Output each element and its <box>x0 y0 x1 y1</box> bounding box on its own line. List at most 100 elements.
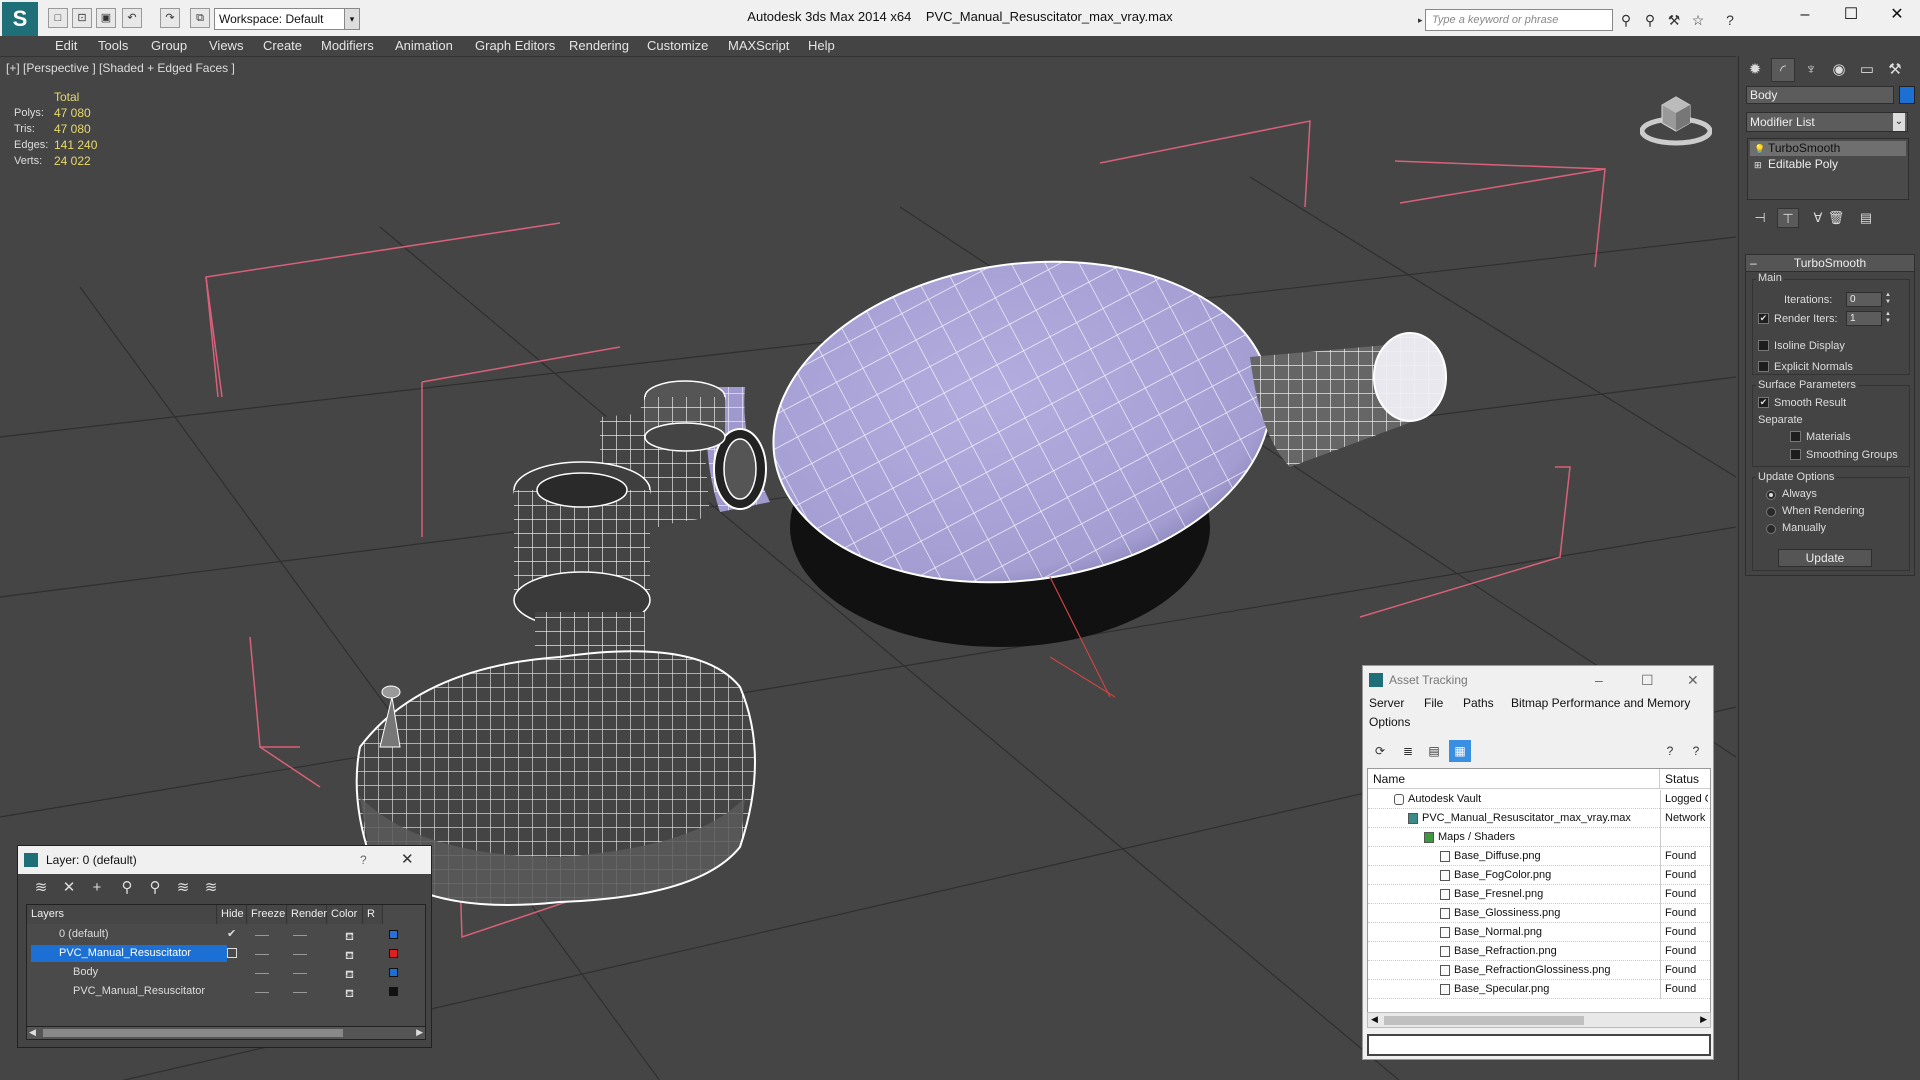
column-header[interactable]: Render <box>287 905 327 924</box>
asset-row[interactable]: Base_Diffuse.png Found <box>1368 847 1710 866</box>
maximize-button[interactable]: ☐ <box>1641 666 1654 694</box>
render-iters-spinner[interactable]: 1 <box>1846 311 1882 326</box>
always-radio[interactable] <box>1766 490 1776 500</box>
update-button[interactable]: Update <box>1778 549 1872 567</box>
object-color-swatch[interactable] <box>1899 86 1915 104</box>
utilities-tab-icon[interactable]: ⚒ <box>1883 58 1907 82</box>
asset-row[interactable]: Base_RefractionGlossiness.png Found <box>1368 961 1710 980</box>
current-layer-check-icon[interactable]: ✔ <box>227 925 236 944</box>
dialog-title-bar[interactable]: Asset Tracking – ☐ ✕ <box>1363 666 1713 694</box>
rollout-header[interactable]: – TurboSmooth <box>1746 255 1914 272</box>
freeze-toggle[interactable] <box>293 992 307 993</box>
horizontal-scrollbar[interactable]: ◀ ▶ <box>26 1026 426 1040</box>
context-help-icon[interactable]: ? <box>1685 740 1707 762</box>
menu-edit[interactable]: Edit <box>55 38 77 53</box>
menu-group[interactable]: Group <box>151 38 187 53</box>
menu-help[interactable]: Help <box>808 38 835 53</box>
minimize-button[interactable]: – <box>1782 0 1828 32</box>
asset-row[interactable]: Base_Normal.png Found <box>1368 923 1710 942</box>
asset-row[interactable]: PVC_Manual_Resuscitator_max_vray.max Netw… <box>1368 809 1710 828</box>
smoothing-groups-checkbox[interactable] <box>1790 449 1801 460</box>
iterations-spinner[interactable]: 0 <box>1846 292 1882 307</box>
column-header[interactable]: Layers <box>27 905 217 924</box>
asset-row[interactable]: Base_Fresnel.png Found <box>1368 885 1710 904</box>
spinner-arrows-icon[interactable]: ▲ ▼ <box>1884 292 1892 307</box>
scroll-right-icon[interactable]: ▶ <box>1700 1014 1707 1025</box>
asset-row[interactable]: Autodesk Vault Logged O <box>1368 790 1710 809</box>
table-view-icon[interactable]: ▦ <box>1449 740 1471 762</box>
horizontal-scrollbar[interactable]: ◀ ▶ <box>1367 1012 1711 1028</box>
materials-checkbox[interactable] <box>1790 431 1801 442</box>
stack-item-turbosmooth[interactable]: 💡 TurboSmooth <box>1750 141 1906 156</box>
scroll-thumb[interactable] <box>43 1029 343 1037</box>
asset-row[interactable]: Base_FogColor.png Found <box>1368 866 1710 885</box>
help-icon[interactable]: ? <box>1720 10 1740 30</box>
motion-tab-icon[interactable]: ◉ <box>1827 58 1851 82</box>
asset-row[interactable]: Base_Specular.png Found <box>1368 980 1710 999</box>
viewcube-icon[interactable] <box>1640 91 1712 147</box>
manually-radio[interactable] <box>1766 524 1776 534</box>
column-header[interactable]: Freeze <box>247 905 287 924</box>
display-tab-icon[interactable]: ▭ <box>1855 58 1879 82</box>
menu-animation[interactable]: Animation <box>395 38 453 53</box>
create-layer-icon[interactable]: ≋ <box>30 878 52 898</box>
column-header[interactable]: Color <box>327 905 363 924</box>
delete-layer-icon[interactable]: ✕ <box>58 878 80 898</box>
lightbulb-icon[interactable]: 💡 <box>1754 142 1765 157</box>
expand-plus-icon[interactable]: ⊞ <box>1754 158 1762 173</box>
help-button[interactable]: ? <box>360 846 367 874</box>
viewport-label[interactable]: [+] [Perspective ] [Shaded + Edged Faces… <box>6 61 235 75</box>
pin-stack-icon[interactable]: ⊣ <box>1749 208 1771 228</box>
layer-row[interactable]: PVC_Manual_Resuscitator ⛾ <box>27 982 425 1001</box>
render-teapot-icon[interactable]: ⛾ <box>345 985 354 1004</box>
freeze-toggle[interactable] <box>293 935 307 936</box>
layer-row[interactable]: 0 (default) ✔ ⛾ <box>27 925 425 944</box>
create-tab-icon[interactable]: ✹ <box>1743 58 1767 82</box>
menu-views[interactable]: Views <box>209 38 243 53</box>
menu-create[interactable]: Create <box>263 38 302 53</box>
remove-modifier-icon[interactable]: 🗑 <box>1825 208 1847 228</box>
refresh-icon[interactable]: ⟳ <box>1369 740 1391 762</box>
add-to-layer-icon[interactable]: + <box>86 878 108 898</box>
asset-path-field[interactable] <box>1367 1034 1711 1056</box>
column-header[interactable]: R <box>363 905 383 924</box>
show-end-result-icon[interactable]: ⊤ <box>1777 208 1799 228</box>
layer-row[interactable]: PVC_Manual_Resuscitator ⛾ <box>27 944 425 963</box>
hide-toggle[interactable] <box>255 992 269 993</box>
layer-color-swatch[interactable] <box>389 949 398 958</box>
freeze-toggle[interactable] <box>293 954 307 955</box>
asset-row[interactable]: Base_Refraction.png Found <box>1368 942 1710 961</box>
close-button[interactable]: ✕ <box>1874 0 1920 32</box>
layer-row[interactable]: Body ⛾ <box>27 963 425 982</box>
search-input[interactable]: Type a keyword or phrase <box>1425 9 1613 31</box>
menu-file[interactable]: File <box>1424 696 1443 710</box>
stack-item-editable-poly[interactable]: ⊞ Editable Poly <box>1750 157 1906 172</box>
modify-tab-icon[interactable]: ◜ <box>1771 58 1795 82</box>
select-objects-icon[interactable]: ⚲ <box>116 878 138 898</box>
asset-row[interactable]: Base_Glossiness.png Found <box>1368 904 1710 923</box>
menu-graph-editors[interactable]: Graph Editors <box>475 38 555 53</box>
list-view-icon[interactable]: ≣ <box>1397 740 1419 762</box>
when-rendering-radio[interactable] <box>1766 507 1776 517</box>
menu-maxscript[interactable]: MAXScript <box>728 38 789 53</box>
hierarchy-tab-icon[interactable]: ♆ <box>1799 58 1823 82</box>
minimize-button[interactable]: – <box>1595 666 1603 694</box>
layer-color-swatch[interactable] <box>389 987 398 996</box>
scroll-thumb[interactable] <box>1384 1016 1584 1025</box>
spinner-arrows-icon[interactable]: ▲ ▼ <box>1884 311 1892 326</box>
maximize-button[interactable]: ☐ <box>1828 0 1874 32</box>
communication-center-icon[interactable]: ⚒ <box>1664 10 1684 30</box>
freeze-all-layers-icon[interactable]: ≋ <box>200 878 222 898</box>
current-layer-box[interactable] <box>227 948 237 958</box>
highlight-layer-icon[interactable]: ⚲ <box>144 878 166 898</box>
hide-toggle[interactable] <box>255 973 269 974</box>
configure-sets-icon[interactable]: ▤ <box>1855 208 1877 228</box>
subscription-icon[interactable]: ⚲ <box>1640 10 1660 30</box>
smooth-result-checkbox[interactable]: ✔ <box>1758 397 1769 408</box>
thumbnail-view-icon[interactable]: ▤ <box>1423 740 1445 762</box>
column-header[interactable]: Name <box>1368 769 1660 789</box>
object-name-field[interactable]: Body <box>1746 86 1894 104</box>
menu-bitmap-performance[interactable]: Bitmap Performance and Memory <box>1511 696 1690 710</box>
menu-paths[interactable]: Paths <box>1463 696 1494 710</box>
column-header[interactable]: Hide <box>217 905 247 924</box>
